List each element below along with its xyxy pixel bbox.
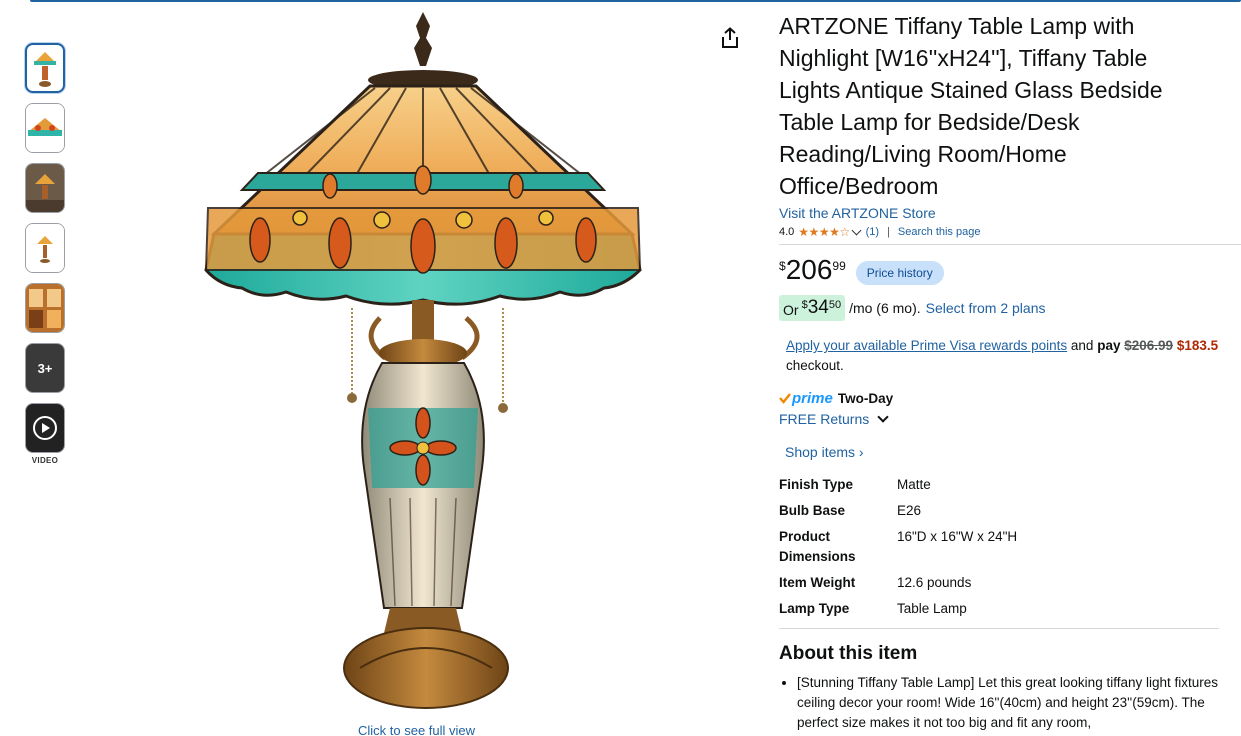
spec-row: Product Dimensions 16"D x 16"W x 24"H (779, 527, 1219, 573)
thumbnail-3[interactable] (25, 163, 65, 213)
star-rating-icon[interactable]: ★★★★☆ (798, 225, 850, 239)
monthly-term: /mo (6 mo). (849, 300, 921, 316)
select-plans-link[interactable]: Select from 2 plans (926, 300, 1046, 316)
spec-row: Lamp Type Table Lamp (779, 599, 1219, 625)
prime-delivery: prime Two-Day (779, 389, 1241, 407)
video-label: VIDEO (31, 456, 59, 465)
thumbnail-4[interactable] (25, 223, 65, 273)
visa-pay: pay (1097, 338, 1121, 353)
rating-value: 4.0 (779, 226, 795, 238)
thumbnail-1[interactable] (25, 43, 65, 93)
about-bullets: [Stunning Tiffany Table Lamp] Let this g… (779, 673, 1219, 733)
product-details: ARTZONE Tiffany Table Lamp with Nighligh… (779, 10, 1241, 735)
thumbnail-more[interactable]: 3+ (25, 343, 65, 393)
main-product-image[interactable] (200, 8, 650, 713)
prime-visa-rewards-link[interactable]: Apply your available Prime Visa rewards … (786, 338, 1067, 353)
about-bullet: [Stunning Tiffany Table Lamp] Let this g… (797, 673, 1219, 733)
rating-row: 4.0 ★★★★☆ (1) | Search this page (779, 224, 1241, 240)
top-accent-rule (30, 0, 1241, 2)
spec-value: E26 (897, 503, 922, 518)
visa-old-price: $206.99 (1124, 338, 1174, 353)
more-images-label: 3+ (37, 360, 53, 376)
spec-key: Lamp Type (779, 601, 850, 616)
visa-new-price: $183.5 (1176, 338, 1219, 353)
search-this-page-link[interactable]: Search this page (898, 226, 981, 238)
divider (779, 244, 1241, 245)
free-returns-link[interactable]: FREE Returns (779, 410, 1241, 428)
divider (779, 628, 1219, 629)
price-fraction: 99 (832, 259, 846, 273)
monthly-payment-row: Or $ 34 50 /mo (6 mo). Select from 2 pla… (779, 294, 1241, 322)
spec-row: Bulb Base E26 (779, 501, 1219, 527)
price-history-button[interactable]: Price history (855, 261, 944, 285)
spec-value: Table Lamp (897, 601, 967, 616)
two-day-label: Two-Day (837, 390, 894, 406)
price-symbol: $ (779, 259, 786, 273)
shop-items-link[interactable]: Shop items › (785, 444, 1241, 462)
price-row: $ 206 99 Price history (779, 255, 1241, 289)
play-icon (33, 416, 57, 440)
monthly-price-badge: Or $ 34 50 (779, 295, 846, 321)
chevron-down-icon[interactable] (851, 225, 862, 236)
visa-rewards-offer: Apply your available Prime Visa rewards … (786, 336, 1241, 376)
thumbnail-2[interactable] (25, 103, 65, 153)
thumbnail-video[interactable] (25, 403, 65, 453)
thumbnail-strip: 3+ VIDEO (25, 43, 67, 465)
prime-logo: prime (792, 389, 833, 407)
spec-value: 12.6 pounds (897, 575, 972, 590)
monthly-or: Or (783, 302, 799, 318)
spec-key: Finish Type (779, 477, 854, 492)
spec-row: Item Weight 12.6 pounds (779, 573, 1219, 599)
tiffany-lamp-image (204, 12, 642, 709)
checkmark-icon (779, 393, 791, 404)
product-title: ARTZONE Tiffany Table Lamp with Nighligh… (779, 13, 1163, 199)
separator: | (887, 226, 890, 238)
monthly-fraction: 50 (828, 299, 842, 311)
share-icon[interactable] (719, 27, 741, 49)
spec-key: Product Dimensions (779, 529, 856, 564)
thumbnail-5[interactable] (25, 283, 65, 333)
chevron-down-icon (877, 411, 889, 423)
click-full-view-link[interactable]: Click to see full view (358, 723, 475, 736)
spec-key: Item Weight (779, 575, 856, 590)
visa-checkout: checkout. (786, 358, 844, 373)
specs-table: Finish Type Matte Bulb Base E26 Product … (779, 475, 1219, 625)
spec-row: Finish Type Matte (779, 475, 1219, 501)
about-heading: About this item (779, 643, 918, 664)
spec-value: 16"D x 16"W x 24"H (897, 529, 1018, 544)
free-returns-label: FREE Returns (779, 411, 870, 427)
rating-count-link[interactable]: (1) (866, 226, 879, 238)
spec-key: Bulb Base (779, 503, 846, 518)
price-whole: 206 (785, 254, 833, 285)
monthly-whole: 34 (807, 297, 829, 318)
visa-and: and (1070, 338, 1094, 353)
spec-value: Matte (897, 477, 931, 492)
store-link[interactable]: Visit the ARTZONE Store (779, 205, 1241, 221)
